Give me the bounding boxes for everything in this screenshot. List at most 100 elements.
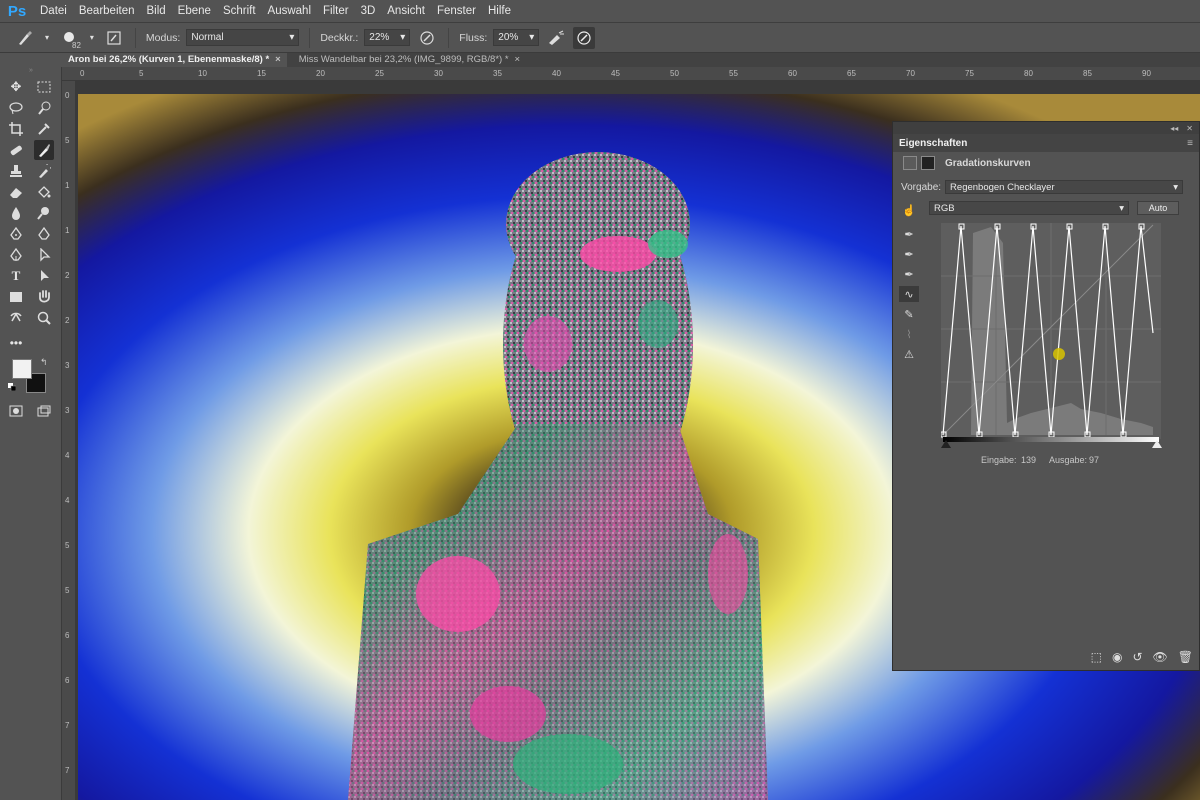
panel-menu-icon[interactable]: ≡ bbox=[1187, 138, 1193, 149]
foreground-color-swatch-front[interactable] bbox=[12, 359, 32, 379]
quick-selection-tool-icon[interactable] bbox=[34, 98, 54, 118]
ruler-tick-label: 7 bbox=[65, 766, 70, 775]
ruler-tick-label: 7 bbox=[65, 721, 70, 730]
close-icon[interactable]: × bbox=[515, 53, 521, 67]
path-selection-tool-icon[interactable] bbox=[34, 266, 54, 286]
move-tool-icon[interactable]: ✥ bbox=[6, 77, 26, 97]
rectangle-tool-icon[interactable] bbox=[6, 287, 26, 307]
horizontal-ruler[interactable]: 05101520253035404550556065707580859095 bbox=[62, 67, 1200, 81]
layer-mask-icon[interactable] bbox=[921, 156, 935, 170]
ruler-tick-label: 55 bbox=[729, 69, 738, 78]
panel-title[interactable]: Eigenschaften bbox=[899, 138, 967, 149]
auto-button[interactable]: Auto bbox=[1137, 201, 1179, 215]
default-colors-icon[interactable] bbox=[8, 382, 17, 392]
menu-fenster[interactable]: Fenster bbox=[431, 0, 482, 22]
preset-value: Regenbogen Checklayer bbox=[950, 181, 1055, 193]
vertical-ruler[interactable]: 0 5 1 1 2 2 3 3 4 4 5 5 6 6 7 7 bbox=[62, 81, 76, 800]
flow-label: Fluss: bbox=[459, 31, 488, 44]
more-tools-icon[interactable]: ••• bbox=[6, 333, 26, 353]
swap-colors-icon[interactable]: ↰ bbox=[40, 357, 48, 368]
ruler-tick-label: 0 bbox=[65, 91, 70, 100]
gray-point-eyedropper-icon[interactable]: ✒ bbox=[899, 246, 919, 262]
menu-bearbeiten[interactable]: Bearbeiten bbox=[73, 0, 141, 22]
quick-mask-icon[interactable] bbox=[6, 401, 26, 421]
input-value: 139 bbox=[1021, 455, 1037, 465]
healing-brush-tool-icon[interactable] bbox=[6, 140, 26, 160]
clone-stamp-tool-icon[interactable] bbox=[6, 161, 26, 181]
view-previous-state-icon[interactable]: ◉ bbox=[1112, 650, 1122, 664]
clip-to-layer-icon[interactable]: ⬚ bbox=[1091, 650, 1102, 664]
opacity-field[interactable]: 22% ▾ bbox=[364, 29, 411, 46]
brush-tool-icon[interactable] bbox=[34, 140, 54, 160]
history-brush-tool-icon[interactable] bbox=[34, 161, 54, 181]
curves-graph[interactable] bbox=[940, 223, 1161, 439]
ruler-tick-label: 80 bbox=[1024, 69, 1033, 78]
brush-panel-toggle-icon[interactable] bbox=[103, 27, 125, 49]
visibility-eye-icon[interactable]: 👁 bbox=[1153, 650, 1168, 664]
eraser-tool-icon[interactable] bbox=[6, 182, 26, 202]
marquee-tool-icon[interactable] bbox=[34, 77, 54, 97]
output-label: Ausgabe: bbox=[1049, 455, 1088, 465]
pen-tool-icon[interactable] bbox=[6, 224, 26, 244]
zoom-tool-icon[interactable] bbox=[34, 308, 54, 328]
clipping-warning-icon[interactable]: ⚠ bbox=[899, 346, 919, 362]
divider bbox=[134, 27, 136, 48]
preset-select[interactable]: Regenbogen Checklayer ▾ bbox=[945, 180, 1184, 194]
menu-datei[interactable]: Datei bbox=[34, 0, 73, 22]
pencil-draw-icon[interactable]: ✎ bbox=[899, 306, 919, 322]
opacity-label: Deckkr.: bbox=[320, 31, 359, 44]
direct-selection-tool-icon[interactable] bbox=[34, 245, 54, 265]
tab-document-miss-wandelbar[interactable]: Miss Wandelbar bei 23,2% (IMG_9899, RGB/… bbox=[287, 53, 526, 67]
dodge-tool-icon[interactable] bbox=[34, 203, 54, 223]
smooth-curve-icon[interactable]: ⌇ bbox=[899, 326, 919, 342]
flow-field[interactable]: 20% ▾ bbox=[493, 29, 540, 46]
hand-tool-icon[interactable] bbox=[34, 287, 54, 307]
ruler-tick-label: 40 bbox=[552, 69, 561, 78]
menu-auswahl[interactable]: Auswahl bbox=[262, 0, 317, 22]
menu-hilfe[interactable]: Hilfe bbox=[482, 0, 517, 22]
pressure-opacity-icon[interactable] bbox=[416, 27, 438, 49]
menu-3d[interactable]: 3D bbox=[355, 0, 382, 22]
panel-collapse-icon[interactable]: » bbox=[0, 67, 62, 74]
menu-bild[interactable]: Bild bbox=[140, 0, 171, 22]
curves-adjustment-icon[interactable] bbox=[903, 156, 917, 170]
white-slider-handle[interactable] bbox=[1152, 440, 1162, 448]
channel-select[interactable]: RGB ▾ bbox=[929, 201, 1129, 215]
lasso-tool-icon[interactable] bbox=[6, 98, 26, 118]
white-point-eyedropper-icon[interactable]: ✒ bbox=[899, 266, 919, 282]
screen-mode-icon[interactable] bbox=[34, 401, 54, 421]
mode-select[interactable]: Normal ▾ bbox=[186, 29, 300, 46]
brush-tool-preset-icon[interactable] bbox=[14, 27, 36, 49]
black-slider-handle[interactable] bbox=[941, 440, 951, 448]
menu-schrift[interactable]: Schrift bbox=[217, 0, 262, 22]
ruler-tick-label: 3 bbox=[65, 361, 70, 370]
airbrush-icon[interactable] bbox=[545, 27, 567, 49]
menu-ansicht[interactable]: Ansicht bbox=[381, 0, 431, 22]
collapse-panel-icon[interactable]: ◂◂ bbox=[1170, 124, 1178, 133]
input-label: Eingabe: bbox=[981, 455, 1017, 465]
path-pen-tool-icon[interactable] bbox=[6, 245, 26, 265]
chevron-down-icon[interactable]: ▾ bbox=[42, 27, 52, 49]
mode-label: Modus: bbox=[145, 31, 181, 44]
pressure-size-icon[interactable] bbox=[573, 26, 596, 49]
close-icon[interactable]: × bbox=[275, 53, 281, 67]
menu-filter[interactable]: Filter bbox=[317, 0, 355, 22]
menu-ebene[interactable]: Ebene bbox=[172, 0, 217, 22]
curve-edit-points-icon[interactable]: ∿ bbox=[899, 286, 919, 302]
ruler-tick-label: 6 bbox=[65, 631, 70, 640]
reset-icon[interactable]: ↺ bbox=[1132, 650, 1142, 664]
paint-bucket-tool-icon[interactable] bbox=[34, 182, 54, 202]
preset-row: Vorgabe: Regenbogen Checklayer ▾ bbox=[901, 180, 1184, 194]
close-icon[interactable]: ✕ bbox=[1186, 124, 1193, 133]
rotate-view-tool-icon[interactable] bbox=[6, 308, 26, 328]
crop-tool-icon[interactable] bbox=[6, 119, 26, 139]
tab-document-aron[interactable]: Aron bei 26,2% (Kurven 1, Ebenenmaske/8)… bbox=[0, 53, 287, 67]
eyedropper-tool-icon[interactable] bbox=[34, 119, 54, 139]
blur-tool-icon[interactable] bbox=[6, 203, 26, 223]
type-tool-icon[interactable]: T bbox=[6, 266, 26, 286]
trash-icon[interactable]: 🗑 bbox=[1178, 650, 1193, 664]
targeted-adjustment-icon[interactable]: ☝ bbox=[899, 202, 919, 218]
freeform-pen-tool-icon[interactable] bbox=[34, 224, 54, 244]
chevron-down-icon[interactable]: ▾ bbox=[87, 27, 97, 49]
black-point-eyedropper-icon[interactable]: ✒ bbox=[899, 226, 919, 242]
